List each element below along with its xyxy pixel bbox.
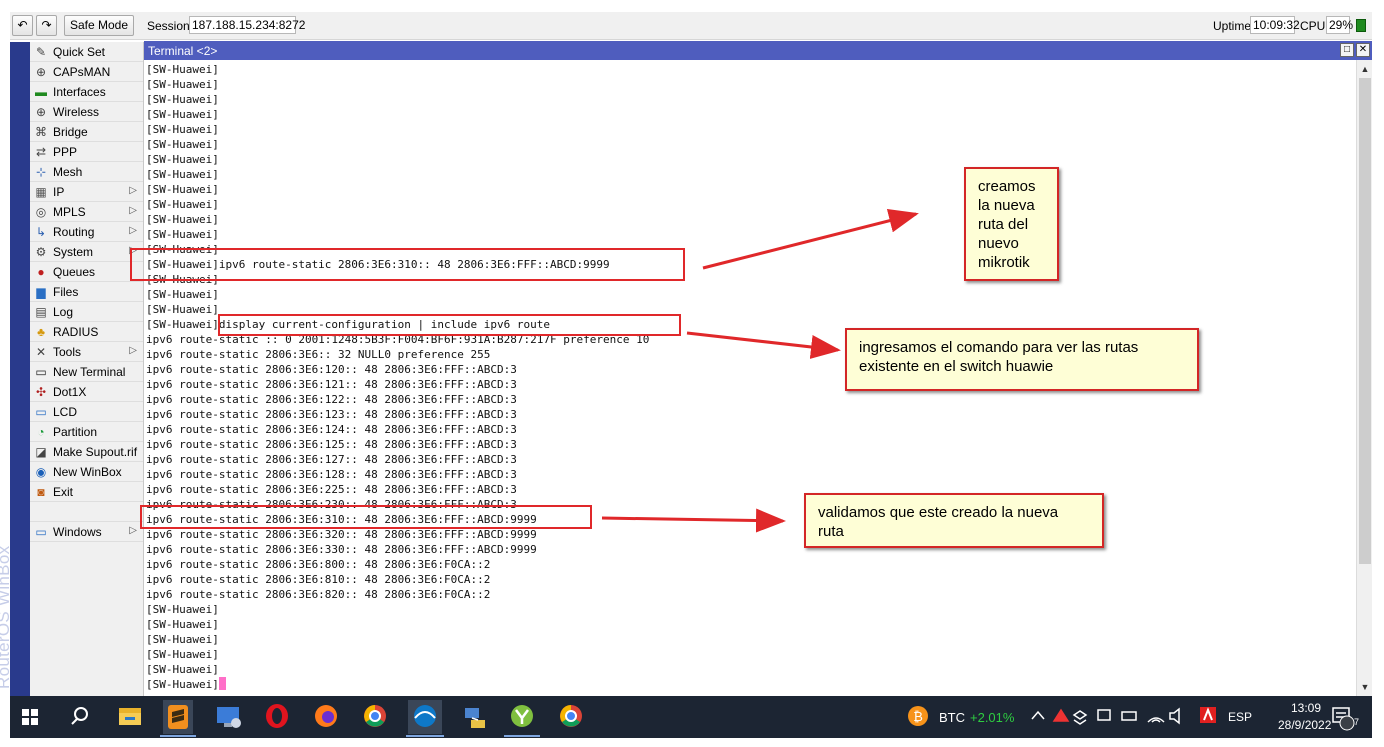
- chrome-icon[interactable]: [364, 705, 386, 727]
- search-icon[interactable]: [71, 707, 88, 725]
- opera-icon[interactable]: [266, 704, 288, 728]
- start-icon[interactable]: [22, 709, 38, 725]
- app-icon[interactable]: [511, 705, 533, 727]
- notification-count: 7: [1354, 717, 1360, 727]
- file-explorer-icon[interactable]: [119, 708, 141, 725]
- note-new-route: creamos la nueva ruta del nuevo mikrotik: [964, 167, 1059, 281]
- clock-time[interactable]: 13:09: [1291, 701, 1321, 715]
- arrow-1: [702, 209, 919, 270]
- bitcoin-icon[interactable]: ₿: [908, 706, 928, 726]
- remote-desktop-icon[interactable]: [217, 707, 241, 728]
- note-validate-route: validamos que este creado la nueva ruta: [804, 493, 1104, 548]
- btc-label: BTC: [939, 710, 965, 725]
- btc-change: +2.01%: [970, 710, 1015, 725]
- windows-taskbar: ₿ BTC +2.01% ESP 13:09 28/9/2022 7: [10, 696, 1372, 738]
- avira-icon[interactable]: [1200, 707, 1216, 723]
- firefox-icon[interactable]: [315, 705, 337, 727]
- notification-icon[interactable]: [1332, 707, 1355, 731]
- network-tool-icon[interactable]: [465, 708, 485, 728]
- chrome-icon-2[interactable]: [560, 705, 582, 727]
- winbox-app-icon[interactable]: [414, 705, 436, 727]
- language-indicator[interactable]: ESP: [1228, 710, 1252, 724]
- svg-text:₿: ₿: [913, 710, 923, 725]
- tray-icons[interactable]: [1031, 707, 1180, 725]
- note-display-command: ingresamos el comando para ver las rutas…: [845, 328, 1199, 391]
- sublime-text-icon[interactable]: [168, 705, 188, 729]
- arrow-3: [601, 508, 786, 533]
- clock-date[interactable]: 28/9/2022: [1278, 718, 1331, 732]
- arrow-2: [686, 331, 841, 359]
